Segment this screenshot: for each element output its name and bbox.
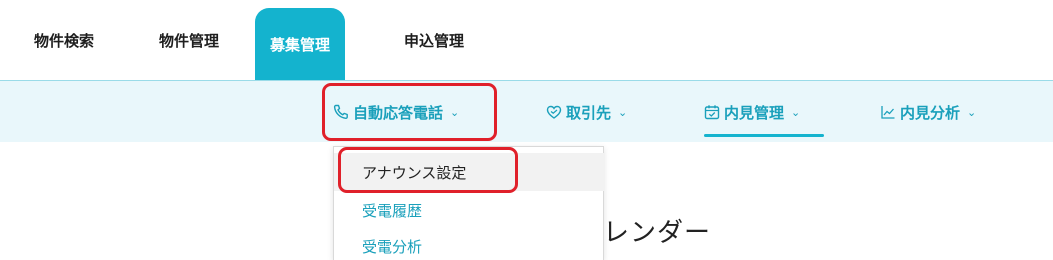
- active-subnav-underline: [704, 134, 824, 137]
- chevron-down-icon: ⌄: [450, 105, 460, 119]
- handshake-heart-icon: [546, 104, 562, 120]
- chevron-down-icon: ⌄: [791, 105, 801, 119]
- subnav-business-partners-label: 取引先: [566, 103, 612, 122]
- line-chart-icon: [880, 104, 896, 120]
- phone-icon: [333, 104, 349, 120]
- chevron-down-icon: ⌄: [967, 105, 977, 119]
- subnav-auto-response-phone[interactable]: 自動応答電話 ⌄: [333, 81, 459, 143]
- subnav-auto-response-phone-label: 自動応答電話: [353, 103, 444, 122]
- auto-response-phone-dropdown: アナウンス設定 受電履歴 受電分析: [333, 146, 605, 260]
- tab-property-search[interactable]: 物件検索: [18, 0, 110, 80]
- tab-property-management[interactable]: 物件管理: [143, 0, 235, 80]
- page-title: レンダー: [603, 218, 712, 248]
- subnav-viewing-management-label: 内見管理: [724, 103, 785, 122]
- menu-item-announcement-settings[interactable]: アナウンス設定: [334, 153, 605, 191]
- tab-application-management[interactable]: 申込管理: [388, 0, 480, 80]
- top-navigation: 物件検索 物件管理 募集管理 申込管理: [0, 0, 1053, 80]
- sub-navigation: 自動応答電話 ⌄ 取引先 ⌄ 内見管理 ⌄ 内見分析 ⌄: [0, 80, 1053, 142]
- subnav-business-partners[interactable]: 取引先 ⌄: [546, 81, 627, 143]
- tab-recruitment-management[interactable]: 募集管理: [255, 8, 345, 80]
- calendar-check-icon: [704, 104, 720, 120]
- subnav-viewing-analysis[interactable]: 内見分析 ⌄: [880, 81, 976, 143]
- subnav-viewing-analysis-label: 内見分析: [900, 103, 961, 122]
- chevron-down-icon: ⌄: [618, 105, 628, 119]
- menu-item-call-analysis[interactable]: 受電分析: [334, 227, 605, 260]
- menu-item-call-history[interactable]: 受電履歴: [334, 191, 605, 229]
